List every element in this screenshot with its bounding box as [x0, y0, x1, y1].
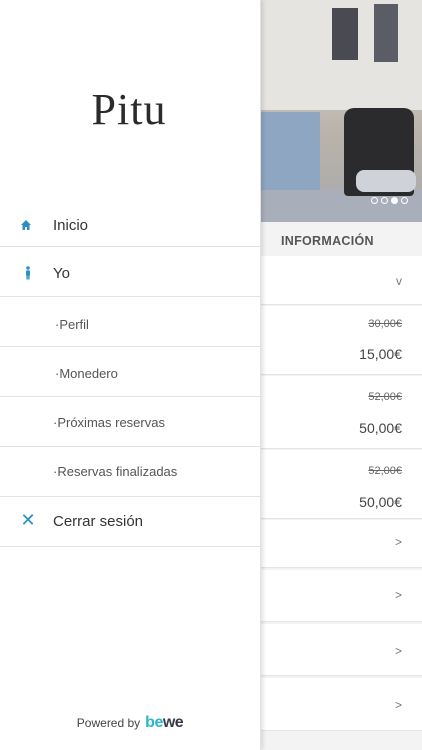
chevron-right-icon: >	[394, 588, 402, 602]
powered-by-footer: Powered by bewe	[0, 714, 260, 732]
menu-item-label: Inicio	[53, 217, 89, 234]
chevron-right-icon: >	[394, 535, 402, 549]
menu-item-inicio[interactable]: Inicio	[0, 205, 260, 247]
menu-item-proximas-reservas[interactable]: ·Próximas reservas	[0, 397, 260, 447]
service-row[interactable]: >	[260, 520, 422, 568]
menu-item-label: ·Perfil	[55, 317, 89, 332]
service-row[interactable]: 30,00€ 15,00€	[260, 306, 422, 375]
menu-item-cerrar-sesion[interactable]: ✕ Cerrar sesión	[0, 497, 260, 547]
carousel-dot[interactable]	[381, 197, 388, 204]
carousel-indicator[interactable]	[371, 197, 408, 204]
menu-item-label: ·Reservas finalizadas	[53, 464, 178, 479]
chevron-right-icon: >	[394, 644, 402, 658]
service-row[interactable]: 52,00€ 50,00€	[260, 450, 422, 519]
section-title: INFORMACIÓN	[281, 234, 374, 248]
old-price: 52,00€	[368, 391, 402, 403]
old-price: 52,00€	[368, 465, 402, 477]
navigation-drawer: Pitu Inicio Yo ·Perfil ·Monedero ·Próxim…	[0, 0, 261, 750]
chevron-right-icon: >	[394, 698, 402, 712]
menu-item-reservas-finalizadas[interactable]: ·Reservas finalizadas	[0, 447, 260, 497]
service-row[interactable]: 52,00€ 50,00€	[260, 376, 422, 449]
business-logo: Pitu	[91, 85, 167, 134]
info-expand-row[interactable]: v	[260, 256, 422, 305]
menu-item-monedero[interactable]: ·Monedero	[0, 347, 260, 397]
price: 50,00€	[359, 494, 402, 510]
menu-item-label: ·Próximas reservas	[53, 415, 165, 430]
carousel-dot-active[interactable]	[391, 197, 398, 204]
carousel-dot[interactable]	[371, 197, 378, 204]
menu-item-perfil[interactable]: ·Perfil	[0, 297, 260, 347]
menu-item-label: ·Monedero	[55, 366, 118, 381]
menu-item-yo[interactable]: Yo	[0, 247, 260, 297]
powered-by-label: Powered by	[76, 716, 141, 730]
price: 15,00€	[359, 346, 402, 362]
chevron-down-icon: v	[396, 274, 402, 288]
background-screen: INFORMACIÓN v 30,00€ 15,00€ 52,00€ 50,00…	[260, 0, 422, 750]
price: 50,00€	[359, 420, 402, 436]
carousel-dot[interactable]	[401, 197, 408, 204]
menu-item-label: Yo	[53, 265, 70, 282]
service-row[interactable]: >	[260, 570, 422, 622]
service-row[interactable]: >	[260, 624, 422, 676]
bewe-logo[interactable]: bewe	[145, 714, 184, 732]
close-icon: ✕	[20, 510, 36, 530]
home-icon	[20, 219, 36, 231]
service-row[interactable]: >	[260, 678, 422, 731]
gallery-image[interactable]	[260, 0, 422, 222]
menu-item-label: Cerrar sesión	[53, 513, 144, 530]
person-icon	[24, 266, 32, 280]
old-price: 30,00€	[368, 318, 402, 330]
